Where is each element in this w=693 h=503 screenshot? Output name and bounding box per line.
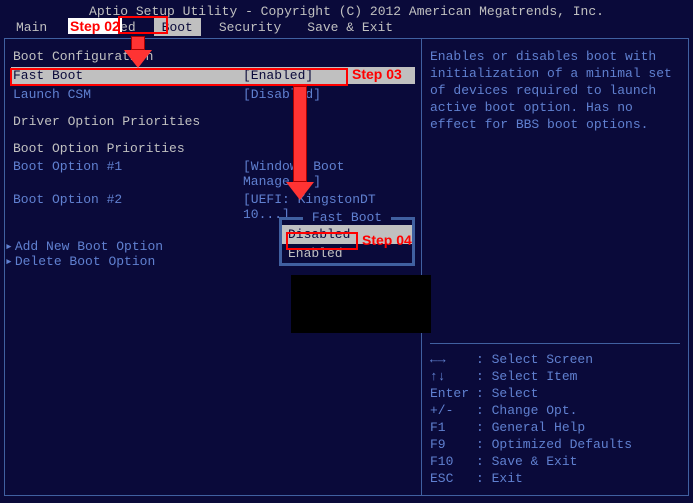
- help-key: F10: [430, 454, 476, 469]
- menu-main[interactable]: Main: [8, 18, 55, 36]
- annotation-fastboot-box: [10, 68, 348, 86]
- help-row: +/-: Change Opt.: [430, 403, 680, 418]
- help-key: ↑↓: [430, 369, 476, 384]
- menu-save-exit[interactable]: Save & Exit: [299, 18, 401, 36]
- help-row: ESC: Exit: [430, 471, 680, 486]
- annotation-boot-box: [118, 16, 168, 34]
- annotation-disabled-box: [286, 232, 358, 250]
- add-boot-label: Add New Boot Option: [15, 239, 163, 254]
- boot-priorities-heading: Boot Option Priorities: [13, 141, 413, 156]
- settings-pane: Boot Configuration Fast Boot [Enabled] L…: [5, 39, 422, 495]
- help-key: F1: [430, 420, 476, 435]
- option-description: Enables or disables boot with initializa…: [430, 49, 680, 133]
- help-key: +/-: [430, 403, 476, 418]
- triangle-right-icon: ▸: [5, 254, 15, 269]
- help-row: F1: General Help: [430, 420, 680, 435]
- key-help-list: ←→: Select Screen↑↓: Select ItemEnter: S…: [430, 352, 680, 486]
- help-row: F9: Optimized Defaults: [430, 437, 680, 452]
- help-key: Enter: [430, 386, 476, 401]
- annotation-step02: Step 02: [68, 18, 122, 34]
- help-row: ↑↓: Select Item: [430, 369, 680, 384]
- help-text: : Select Item: [476, 369, 680, 384]
- help-row: F10: Save & Exit: [430, 454, 680, 469]
- bios-title: Aptio Setup Utility - Copyright (C) 2012…: [0, 0, 693, 18]
- popup-title: Fast Boot: [303, 210, 391, 225]
- help-text: : Select Screen: [476, 352, 680, 367]
- launch-csm-row[interactable]: Launch CSM [Disabled]: [13, 87, 413, 102]
- help-pane: Enables or disables boot with initializa…: [422, 39, 688, 495]
- help-key: ESC: [430, 471, 476, 486]
- help-text: : Change Opt.: [476, 403, 680, 418]
- annotation-arrow-1: [124, 36, 152, 68]
- boot-option-1-row[interactable]: Boot Option #1 [Windows Boot Manage...]: [13, 159, 413, 189]
- help-key: ←→: [430, 352, 476, 367]
- help-text: : Save & Exit: [476, 454, 680, 469]
- popup-shadow: [291, 275, 431, 333]
- help-key: F9: [430, 437, 476, 452]
- help-text: : Exit: [476, 471, 680, 486]
- help-row: Enter: Select: [430, 386, 680, 401]
- delete-boot-label: Delete Boot Option: [15, 254, 155, 269]
- launch-csm-label: Launch CSM: [13, 87, 243, 102]
- boot-option-1-label: Boot Option #1: [13, 159, 243, 189]
- help-text: : Optimized Defaults: [476, 437, 680, 452]
- driver-priorities-heading: Driver Option Priorities: [13, 114, 413, 129]
- annotation-step03: Step 03: [352, 66, 402, 82]
- annotation-arrow-2: [286, 86, 314, 200]
- content-area: Boot Configuration Fast Boot [Enabled] L…: [4, 38, 689, 496]
- boot-option-1-value: [Windows Boot Manage...]: [243, 159, 413, 189]
- launch-csm-value: [Disabled]: [243, 87, 413, 102]
- triangle-right-icon: ▸: [5, 239, 15, 254]
- menu-security[interactable]: Security: [211, 18, 289, 36]
- annotation-step04: Step 04: [362, 232, 412, 248]
- help-text: : Select: [476, 386, 680, 401]
- help-text: : General Help: [476, 420, 680, 435]
- divider: [430, 343, 680, 344]
- boot-option-2-label: Boot Option #2: [13, 192, 243, 222]
- help-row: ←→: Select Screen: [430, 352, 680, 367]
- boot-config-heading: Boot Configuration: [13, 49, 413, 64]
